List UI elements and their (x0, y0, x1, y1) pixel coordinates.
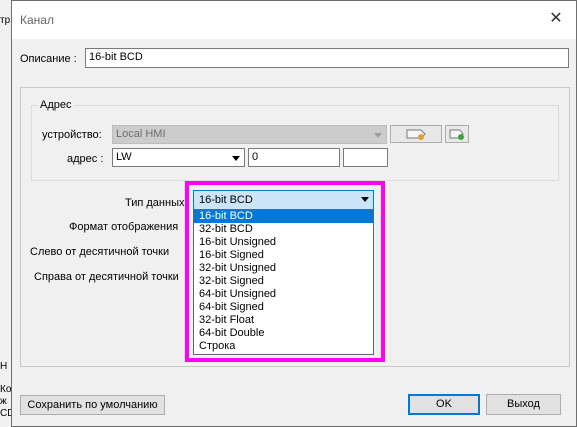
data-type-value: 16-bit BCD (199, 194, 253, 206)
right-decimal-label: Справа от десятичной точки (34, 271, 179, 283)
background-text-side: Н (0, 361, 8, 372)
list-item[interactable]: 64-bit Signed (194, 301, 373, 314)
address-extra-input[interactable] (343, 148, 388, 167)
address-group-legend: Адрес (38, 99, 74, 111)
address-type-select[interactable]: LW (112, 148, 245, 167)
background-text-bottom-2: ж (0, 396, 7, 407)
list-item[interactable]: 32-bit Float (194, 314, 373, 327)
close-icon[interactable]: ✕ (546, 9, 566, 29)
description-label: Описание : (20, 53, 77, 65)
list-item[interactable]: 64-bit Double (194, 327, 373, 340)
device-add-button[interactable] (445, 125, 469, 143)
address-number-input[interactable]: 0 (248, 148, 340, 167)
background-text-bottom-1: Ко (0, 384, 12, 395)
address-label: адрес : (67, 153, 104, 165)
list-item[interactable]: 16-bit BCD (194, 210, 373, 223)
background-text-top: тр (0, 15, 11, 26)
exit-button[interactable]: Выход (486, 394, 561, 415)
list-item[interactable]: 16-bit Unsigned (194, 236, 373, 249)
left-decimal-label: Слево от десятичной точки (30, 246, 170, 258)
list-item[interactable]: 64-bit Unsigned (194, 288, 373, 301)
tag-icon (406, 129, 426, 140)
data-type-select[interactable]: 16-bit BCD (193, 190, 374, 210)
device-label: устройство: (42, 129, 102, 141)
ok-button[interactable]: OK (408, 394, 480, 415)
device-settings-button[interactable] (390, 125, 442, 143)
save-default-button[interactable]: Сохранить по умолчанию (20, 395, 165, 415)
display-format-label: Формат отображения (69, 221, 179, 233)
add-tag-icon (449, 129, 464, 140)
list-item[interactable]: Строка (194, 340, 373, 353)
address-type-value: LW (116, 151, 132, 163)
list-item[interactable]: 16-bit Signed (194, 249, 373, 262)
chevron-down-icon (361, 197, 369, 202)
list-item[interactable]: 32-bit Unsigned (194, 262, 373, 275)
chevron-down-icon (232, 156, 240, 161)
dialog-title: Канал (20, 13, 54, 27)
description-input[interactable]: 16-bit BCD (85, 48, 569, 68)
list-item[interactable]: 32-bit Signed (194, 275, 373, 288)
title-bar: Канал ✕ (12, 1, 576, 39)
data-type-list: 16-bit BCD 32-bit BCD 16-bit Unsigned 16… (193, 209, 374, 355)
chevron-down-icon (374, 133, 382, 138)
device-value: Local HMI (116, 128, 166, 140)
data-type-label: Тип данных (125, 197, 185, 209)
list-item[interactable]: 32-bit BCD (194, 223, 373, 236)
device-select: Local HMI (112, 125, 387, 144)
